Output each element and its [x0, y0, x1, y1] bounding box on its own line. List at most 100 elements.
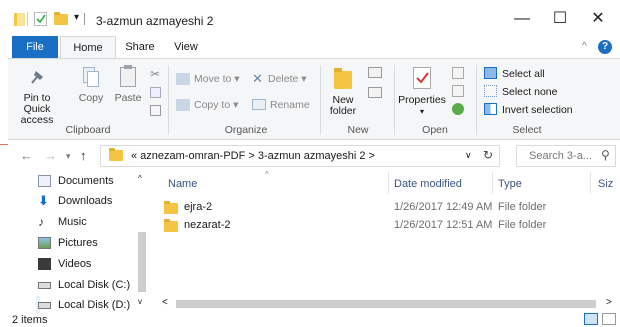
recent-locations-chevron-icon[interactable]: ▾ [66, 151, 71, 162]
documents-icon [38, 175, 51, 187]
pictures-icon [38, 237, 51, 249]
file-date: 1/26/2017 12:49 AM [394, 201, 493, 213]
large-icons-view-icon[interactable] [602, 313, 616, 325]
copy-button[interactable]: Copy [76, 65, 106, 104]
details-view-icon[interactable] [584, 313, 598, 325]
move-to-icon [176, 73, 190, 85]
properties-qat-icon[interactable] [34, 12, 47, 26]
minimize-button[interactable]: — [504, 8, 540, 30]
column-header-name[interactable]: Name [168, 178, 197, 190]
select-all-button[interactable]: Select all [502, 68, 545, 80]
sort-indicator-icon: ^ [265, 170, 269, 179]
new-folder-qat-icon[interactable] [54, 12, 68, 25]
refresh-icon[interactable]: ↻ [483, 148, 493, 162]
address-bar[interactable]: « aznezam-omran-PDF > 3-azmun azmayeshi … [100, 145, 500, 167]
move-to-label: Move to [194, 73, 232, 85]
divider [27, 12, 28, 26]
group-separator [320, 65, 321, 135]
column-header-type[interactable]: Type [498, 178, 522, 190]
music-icon: ♪ [38, 215, 44, 229]
tab-file[interactable]: File [12, 36, 58, 58]
delete-label: Delete [268, 73, 299, 85]
maximize-button[interactable]: ☐ [542, 8, 578, 30]
open-group-label: Open [422, 124, 448, 136]
file-row[interactable]: nezarat-2 1/26/2017 12:51 AM File folder [160, 217, 600, 235]
easy-access-icon[interactable] [368, 87, 382, 98]
back-arrow-icon[interactable]: ← [20, 148, 33, 163]
column-divider[interactable] [388, 172, 389, 194]
delete-button[interactable]: Delete ▾ [268, 73, 307, 85]
history-icon[interactable] [452, 103, 464, 115]
select-none-button[interactable]: Select none [502, 86, 557, 98]
copy-path-icon[interactable] [150, 87, 161, 98]
group-separator [476, 65, 477, 135]
nav-label: Music [58, 216, 87, 228]
properties-button[interactable]: Properties ▾ [396, 65, 448, 117]
folder-icon [109, 148, 123, 161]
search-box[interactable]: Search 3-a... ⚲ [516, 145, 616, 167]
tab-home[interactable]: Home [60, 36, 116, 59]
select-all-icon [484, 67, 497, 79]
up-arrow-icon[interactable]: ↑ [80, 148, 87, 163]
tab-view[interactable]: View [166, 36, 206, 58]
clipboard-icon [118, 65, 138, 89]
select-none-icon [484, 85, 497, 97]
folder-icon [164, 201, 178, 214]
column-header-date[interactable]: Date modified [394, 178, 462, 190]
ribbon: Pin to Quick access Copy Paste ✂ Clipboa… [8, 58, 620, 140]
new-item-icon[interactable] [368, 67, 382, 78]
move-to-button[interactable]: Move to ▾ [194, 73, 240, 85]
scrollbar-thumb[interactable] [138, 232, 146, 292]
copy-to-button[interactable]: Copy to ▾ [194, 99, 238, 111]
column-divider[interactable] [492, 172, 493, 194]
customize-qat-icon[interactable]: ▾ [74, 12, 79, 23]
scroll-left-icon[interactable]: < [162, 297, 168, 308]
invert-selection-button[interactable]: Invert selection [502, 104, 573, 116]
properties-icon [411, 65, 433, 91]
column-header-size[interactable]: Siz [598, 178, 613, 190]
address-dropdown-icon[interactable]: ∨ [465, 150, 472, 161]
new-folder-label: New folder [329, 94, 357, 117]
ribbon-tabs: File Home Share View ^ ? [8, 36, 620, 59]
paste-label: Paste [114, 92, 142, 104]
clipboard-group-label: Clipboard [65, 124, 111, 136]
invert-selection-icon [484, 103, 497, 115]
edit-icon[interactable] [452, 85, 464, 97]
search-input[interactable]: Search 3-a... [529, 150, 592, 162]
scroll-down-icon[interactable]: v [138, 297, 142, 306]
file-type: File folder [498, 219, 547, 231]
close-button[interactable]: ✕ [580, 8, 616, 30]
cut-icon[interactable]: ✂ [150, 67, 160, 81]
help-icon[interactable]: ? [598, 40, 612, 54]
nav-label: Local Disk (C:) [58, 279, 131, 291]
file-type: File folder [498, 201, 547, 213]
copy-to-icon [176, 99, 190, 111]
title-bar: ▾ 3-azmun azmayeshi 2 — ☐ ✕ [8, 0, 620, 36]
new-folder-button[interactable]: New folder [324, 65, 362, 117]
pin-to-quick-access-button[interactable]: Pin to Quick access [12, 65, 62, 126]
copy-to-label: Copy to [194, 99, 231, 111]
column-divider[interactable] [590, 172, 591, 194]
rename-button[interactable]: Rename [270, 99, 310, 111]
nav-label: Downloads [58, 195, 113, 207]
forward-arrow-icon[interactable]: → [44, 148, 57, 163]
file-row[interactable]: ejra-2 1/26/2017 12:49 AM File folder [160, 199, 600, 217]
scroll-right-icon[interactable]: > [606, 297, 612, 308]
open-icon[interactable] [452, 67, 464, 79]
new-folder-icon [332, 65, 354, 91]
content-horizontal-scrollbar[interactable]: < > [158, 297, 620, 311]
copy-label: Copy [78, 92, 104, 104]
new-group-label: New [347, 124, 369, 136]
nav-label: Pictures [58, 237, 98, 249]
scrollbar-thumb[interactable] [176, 300, 596, 308]
collapse-ribbon-icon[interactable]: ^ [582, 41, 587, 52]
group-separator [168, 65, 169, 135]
status-bar: 2 items [8, 312, 620, 327]
file-name: nezarat-2 [184, 219, 231, 231]
paste-shortcut-icon[interactable] [150, 105, 161, 116]
paste-button[interactable]: Paste [112, 65, 144, 104]
scroll-up-icon[interactable]: ^ [138, 174, 142, 183]
tab-share[interactable]: Share [118, 36, 162, 58]
navigation-bar: ← → ▾ ↑ « aznezam-omran-PDF > 3-azmun az… [8, 140, 620, 172]
navigation-pane-scrollbar[interactable]: ^ v [136, 172, 148, 312]
